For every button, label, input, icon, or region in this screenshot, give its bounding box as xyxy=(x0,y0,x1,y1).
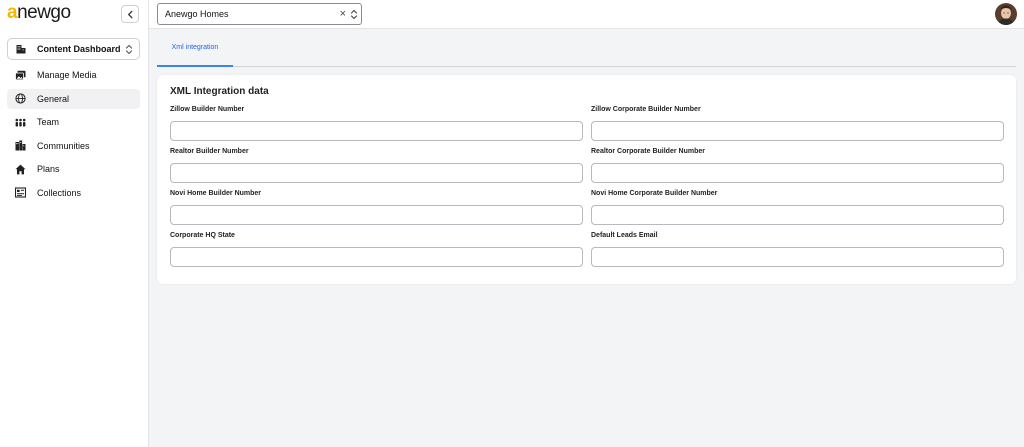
zillow-corporate-builder-number-field: Zillow Corporate Builder Number xyxy=(591,106,1004,141)
sidebar-item-label: Collections xyxy=(37,187,82,198)
sidebar-item-label: Plans xyxy=(37,164,60,174)
field-label: Default Leads Email xyxy=(591,232,658,239)
dashboard-select[interactable]: Content Dashboard xyxy=(7,38,140,60)
novi-home-corporate-builder-number-field: Novi Home Corporate Builder Number xyxy=(591,190,1004,225)
sidebar-item-general[interactable]: General xyxy=(7,88,140,109)
collapse-sidebar-button[interactable] xyxy=(121,5,139,23)
sidebar-nav: Manage Media General Team Communities Pl… xyxy=(7,65,140,206)
sidebar-item-label: General xyxy=(37,93,70,104)
logo-accent-letter: a xyxy=(7,2,18,23)
default-leads-email-input[interactable] xyxy=(591,247,1004,267)
sidebar-item-plans[interactable]: Plans xyxy=(7,159,140,179)
home-icon xyxy=(15,164,26,175)
chevron-up-down-icon xyxy=(125,44,133,55)
sidebar-item-manage-media[interactable]: Manage Media xyxy=(7,65,140,85)
corporate-hq-state-field: Corporate HQ State xyxy=(170,232,583,267)
field-label: Novi Home Builder Number xyxy=(170,190,262,197)
field-label: Realtor Corporate Builder Number xyxy=(591,148,705,155)
chevron-left-icon xyxy=(127,10,132,18)
chevron-up-down-icon[interactable] xyxy=(350,9,358,20)
media-icon xyxy=(15,70,26,81)
field-label: Zillow Builder Number xyxy=(170,106,245,113)
user-avatar[interactable] xyxy=(995,3,1017,25)
tab-bar: Xml integration xyxy=(157,29,1016,67)
globe-icon xyxy=(15,93,26,104)
sidebar-item-label: Team xyxy=(37,117,60,127)
realtor-corporate-builder-number-field: Realtor Corporate Builder Number xyxy=(591,148,1004,183)
sidebar-item-team[interactable]: Team xyxy=(7,112,140,132)
anewgo-logo[interactable]: a newgo xyxy=(7,2,71,23)
communities-icon xyxy=(15,140,26,151)
team-icon xyxy=(15,117,26,128)
building-icon xyxy=(16,45,26,54)
zillow-corporate-builder-number-input[interactable] xyxy=(591,121,1004,141)
sidebar-item-communities[interactable]: Communities xyxy=(7,136,140,156)
card-title: XML Integration data xyxy=(170,86,269,97)
realtor-builder-number-input[interactable] xyxy=(170,163,583,183)
field-label: Realtor Builder Number xyxy=(170,148,249,155)
sidebar-item-collections[interactable]: Collections xyxy=(7,183,140,203)
default-leads-email-field: Default Leads Email xyxy=(591,232,1004,267)
realtor-builder-number-field: Realtor Builder Number xyxy=(170,148,583,183)
builder-select-value: Anewgo Homes xyxy=(165,9,229,19)
tab-xml-integration[interactable]: Xml integration xyxy=(157,29,233,67)
corporate-hq-state-input[interactable] xyxy=(170,247,583,267)
collections-icon xyxy=(15,187,26,198)
main-content: Xml integration XML Integration data Zil… xyxy=(149,29,1024,447)
xml-integration-card: XML Integration data Zillow Builder Numb… xyxy=(157,75,1016,284)
zillow-builder-number-field: Zillow Builder Number xyxy=(170,106,583,141)
clear-selection-icon[interactable]: × xyxy=(340,8,346,20)
field-label: Corporate HQ State xyxy=(170,232,235,239)
sidebar-item-label: Manage Media xyxy=(37,70,97,80)
zillow-builder-number-input[interactable] xyxy=(170,121,583,141)
sidebar-item-label: Communities xyxy=(37,140,90,151)
novi-home-builder-number-field: Novi Home Builder Number xyxy=(170,190,583,225)
field-label: Zillow Corporate Builder Number xyxy=(591,106,701,113)
realtor-corporate-builder-number-input[interactable] xyxy=(591,163,1004,183)
novi-home-builder-number-input[interactable] xyxy=(170,205,583,225)
builder-select[interactable]: Anewgo Homes × xyxy=(157,3,362,25)
dashboard-select-label: Content Dashboard xyxy=(37,44,121,54)
field-label: Novi Home Corporate Builder Number xyxy=(591,190,718,197)
sidebar: a newgo Content Dashboard Manage Media G… xyxy=(0,0,149,447)
novi-home-corporate-builder-number-input[interactable] xyxy=(591,205,1004,225)
top-bar: Anewgo Homes × xyxy=(149,0,1024,29)
logo-text: newgo xyxy=(17,2,71,23)
